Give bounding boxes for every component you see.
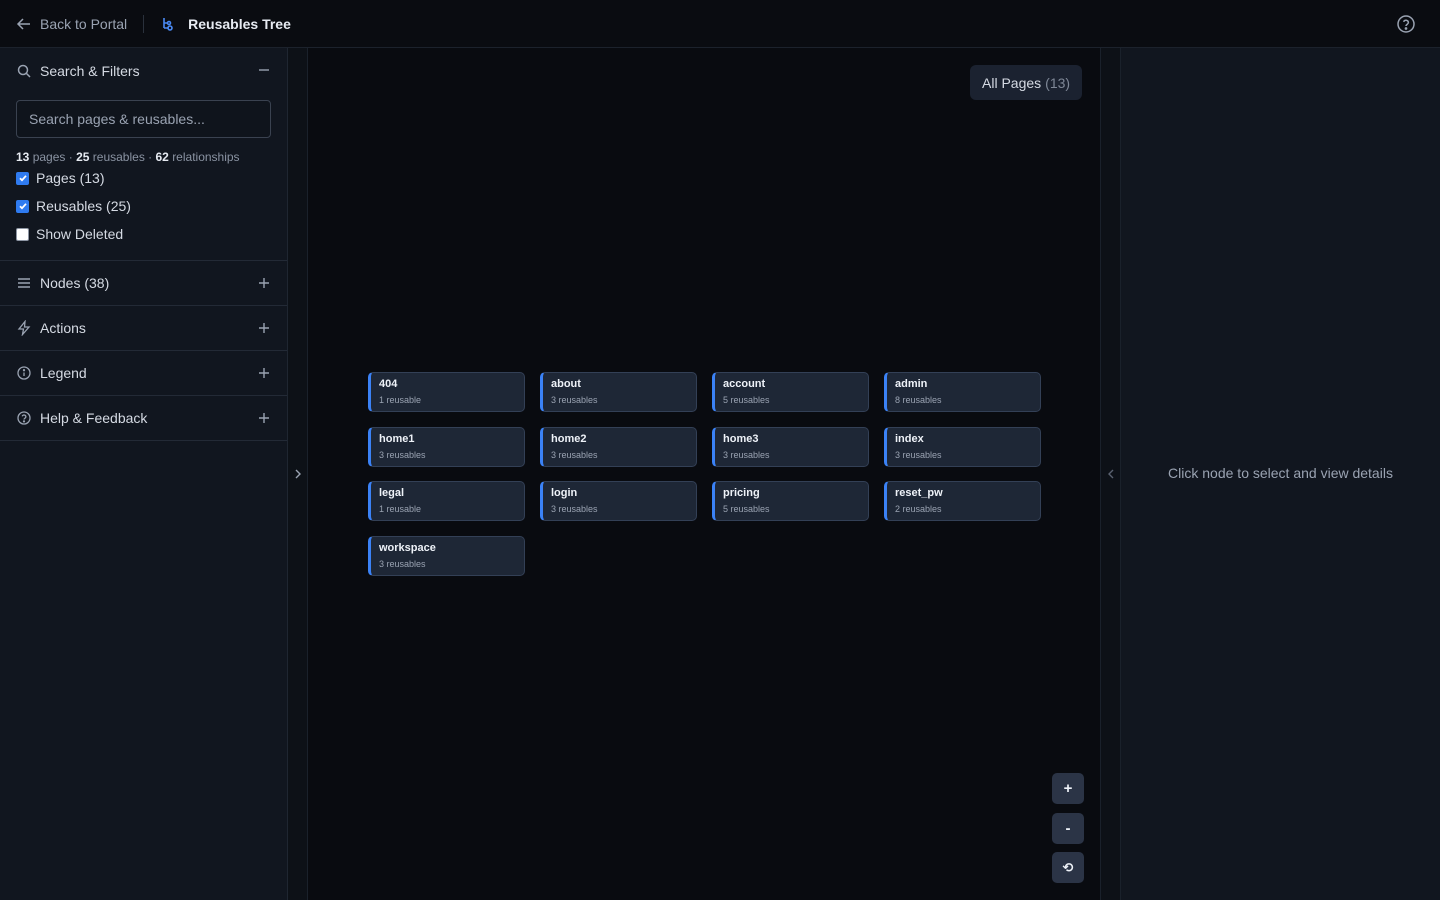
page-node[interactable]: home3 3 reusables [712,427,869,467]
reusables-checkbox[interactable] [16,199,29,213]
node-title: about [551,378,581,390]
page-node[interactable]: pricing 5 reusables [712,481,869,521]
chevron-left-icon[interactable] [1105,466,1117,482]
actions-section-header[interactable]: Actions [0,306,287,351]
graph-canvas[interactable]: All Pages (13) 404 1 reusable about 3 re… [308,48,1100,900]
node-title: login [551,487,578,499]
search-filters-header[interactable]: Search & Filters [0,48,287,93]
arrow-left-icon [16,17,30,30]
node-title: 404 [379,378,398,390]
page-node[interactable]: workspace 3 reusables [368,536,525,576]
actions-section-label: Actions [40,320,86,336]
node-title: legal [379,487,405,499]
node-title: account [723,378,766,390]
page-node[interactable]: legal 1 reusable [368,481,525,521]
node-subtitle: 2 reusables [895,504,942,514]
legend-section-header[interactable]: Legend [0,351,287,396]
search-filters-title: Search & Filters [40,62,140,79]
node-title: workspace [379,542,436,554]
relationships-count: 62 [155,150,169,164]
pages-count: 13 [16,150,30,164]
bolt-icon [17,320,31,336]
help-circle-icon[interactable] [1396,14,1416,34]
node-subtitle: 8 reusables [895,395,942,405]
node-subtitle: 3 reusables [723,450,770,460]
back-to-portal-label: Back to Portal [40,15,128,32]
top-bar: Back to Portal Reusables Tree [0,0,1440,48]
page-node[interactable]: about 3 reusables [540,372,697,412]
plus-icon[interactable] [257,411,271,425]
node-title: reset_pw [895,487,943,499]
plus-icon[interactable] [257,276,271,290]
sidebar: Search & Filters 13 pages · 25 reusables… [0,48,288,900]
reusables-count-label: reusables [92,150,145,164]
details-empty-hint: Click node to select and view details [1168,465,1393,481]
pages-count-label: pages [32,150,66,164]
filter-show-deleted[interactable]: Show Deleted [16,220,271,248]
node-subtitle: 3 reusables [551,504,598,514]
list-icon [18,278,30,288]
all-pages-count: (13) [1045,74,1071,91]
zoom-in-button[interactable]: + [1052,773,1084,804]
page-node[interactable]: account 5 reusables [712,372,869,412]
back-to-portal-link[interactable]: Back to Portal [16,16,127,32]
node-title: index [895,433,924,445]
info-icon [17,366,31,380]
filter-pages[interactable]: Pages (13) [16,164,271,192]
relationships-count-label: relationships [172,150,240,164]
filter-show-deleted-label: Show Deleted [36,226,124,242]
node-subtitle: 1 reusable [379,504,422,514]
page-node[interactable]: home2 3 reusables [540,427,697,467]
nodes-section-label: Nodes (38) [40,275,110,291]
node-subtitle: 3 reusables [379,450,426,460]
node-title: admin [895,378,928,390]
search-filters-section: Search & Filters 13 pages · 25 reusables… [0,48,287,261]
page-node[interactable]: home1 3 reusables [368,427,525,467]
node-subtitle: 3 reusables [895,450,942,460]
plus-icon[interactable] [257,321,271,335]
app-title-text: Reusables Tree [188,15,291,32]
nodes-section-header[interactable]: Nodes (38) [0,261,287,306]
node-subtitle: 5 reusables [723,395,770,405]
app-title: Reusables Tree [160,15,291,33]
chevron-right-icon[interactable] [292,466,304,482]
help-feedback-section-header[interactable]: Help & Feedback [0,396,287,441]
details-panel: Click node to select and view details [1121,48,1440,900]
topbar-divider [143,14,145,33]
graph-stats: 13 pages · 25 reusables · 62 relationshi… [16,150,240,164]
page-node[interactable]: reset_pw 2 reusables [884,481,1041,521]
search-input[interactable] [16,100,271,138]
reset-view-button[interactable]: ⟲ [1052,852,1084,883]
search-icon [17,64,31,78]
minus-icon[interactable] [257,63,271,77]
node-title: pricing [723,487,760,499]
page-node[interactable]: 404 1 reusable [368,372,525,412]
filter-reusables[interactable]: Reusables (25) [16,192,271,220]
pages-checkbox[interactable] [16,171,29,185]
node-subtitle: 3 reusables [379,559,426,569]
help-icon [17,411,31,425]
node-subtitle: 5 reusables [723,504,770,514]
node-title: home3 [723,433,759,445]
filter-reusables-label: Reusables (25) [36,198,131,214]
node-subtitle: 3 reusables [551,395,598,405]
zoom-out-button[interactable]: - [1052,813,1084,844]
all-pages-label: All Pages [982,74,1042,91]
page-node[interactable]: admin 8 reusables [884,372,1041,412]
help-feedback-section-label: Help & Feedback [40,410,148,426]
node-title: home1 [379,433,415,445]
page-node[interactable]: index 3 reusables [884,427,1041,467]
filter-pages-label: Pages (13) [36,170,105,186]
node-title: home2 [551,433,587,445]
node-subtitle: 1 reusable [379,395,422,405]
legend-section-label: Legend [40,365,87,381]
page-node[interactable]: login 3 reusables [540,481,697,521]
tree-icon [163,17,173,31]
reusables-count: 25 [76,150,90,164]
plus-icon[interactable] [257,366,271,380]
all-pages-button[interactable]: All Pages (13) [970,65,1083,100]
node-subtitle: 3 reusables [551,450,598,460]
show-deleted-checkbox[interactable] [16,227,29,241]
